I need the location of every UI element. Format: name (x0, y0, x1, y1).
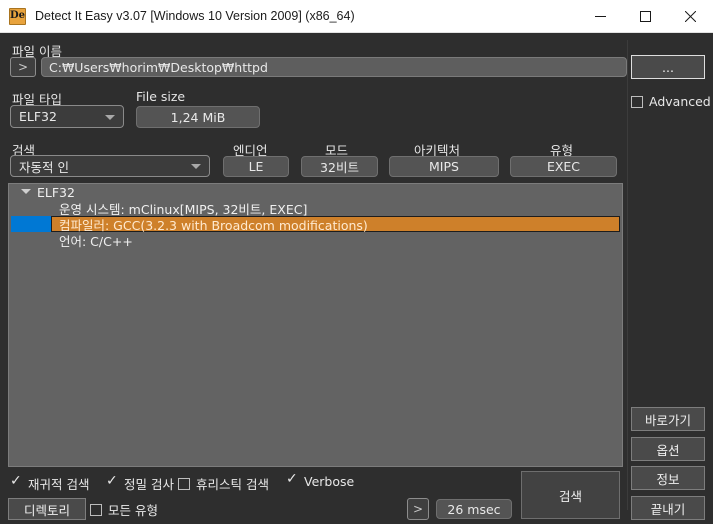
directory-button[interactable]: 디렉토리 (8, 498, 86, 520)
die-main-window: Detect It Easy v3.07 [Windows 10 Version… (0, 0, 713, 524)
endian-value: LE (223, 156, 289, 177)
checkbox-box-icon (178, 477, 190, 490)
scan-mode-value: 자동적 인 (19, 159, 69, 175)
title-bar: Detect It Easy v3.07 [Windows 10 Version… (0, 0, 713, 33)
close-icon[interactable] (668, 0, 713, 32)
checkbox-box-icon (286, 472, 298, 488)
window-title: Detect It Easy v3.07 [Windows 10 Version… (35, 9, 355, 23)
architecture-value: MIPS (389, 156, 499, 177)
file-size-value: 1,24 MiB (136, 106, 260, 128)
checkbox-box-icon (631, 95, 643, 108)
path-expand-button[interactable]: > (10, 57, 36, 77)
detection-results-tree[interactable]: ELF32 운영 시스템: mClinux[MIPS, 32비트, EXEC] … (8, 183, 623, 467)
file-path-field[interactable]: C:₩Users₩horim₩Desktop₩httpd (41, 57, 627, 77)
heuristic-scan-label: 휴리스틱 검색 (196, 477, 269, 492)
tree-row-label: 컴파일러: GCC(3.2.3 with Broadcom modificati… (59, 217, 368, 233)
tree-row-language[interactable]: 언어: C/C++ (9, 232, 622, 249)
file-type-combo[interactable]: ELF32 (10, 105, 124, 128)
type-value: EXEC (510, 156, 617, 177)
results-expand-button[interactable]: > (407, 498, 429, 520)
panel-divider (627, 40, 628, 510)
exit-button[interactable]: 끝내기 (631, 496, 705, 520)
shortcut-button[interactable]: 바로가기 (631, 407, 705, 431)
tree-root-label: ELF32 (37, 184, 75, 200)
mode-value: 32비트 (301, 156, 378, 177)
scan-mode-combo[interactable]: 자동적 인 (10, 155, 210, 177)
die-logo-icon (9, 7, 26, 25)
verbose-label: Verbose (304, 474, 355, 489)
search-button[interactable]: 검색 (521, 471, 620, 519)
options-button[interactable]: 옵션 (631, 437, 705, 461)
deep-scan-label: 정밀 검사 (124, 477, 174, 492)
file-size-label: File size (136, 89, 186, 104)
browse-button[interactable]: ... (631, 55, 705, 79)
elapsed-time-badge: 26 msec (436, 499, 512, 519)
checkbox-box-icon (10, 474, 22, 490)
deep-scan-checkbox[interactable]: 정밀 검사 (106, 474, 174, 493)
recursive-scan-label: 재귀적 검색 (28, 477, 90, 492)
tree-row-compiler[interactable]: 컴파일러: GCC(3.2.3 with Broadcom modificati… (9, 216, 622, 233)
maximize-icon[interactable] (623, 0, 668, 32)
checkbox-box-icon (90, 503, 102, 516)
info-button[interactable]: 정보 (631, 466, 705, 490)
verbose-checkbox[interactable]: Verbose (286, 472, 355, 490)
chevron-down-icon[interactable] (21, 189, 31, 194)
file-type-value: ELF32 (19, 109, 57, 124)
advanced-label: Advanced (649, 94, 711, 109)
all-types-label: 모든 유형 (108, 503, 158, 518)
advanced-checkbox[interactable]: Advanced (631, 94, 711, 109)
selection-indicator (11, 216, 51, 232)
window-controls (578, 0, 713, 32)
heuristic-scan-checkbox[interactable]: 휴리스틱 검색 (178, 474, 269, 493)
minimize-icon[interactable] (578, 0, 623, 32)
chevron-down-icon (191, 164, 201, 169)
all-types-checkbox[interactable]: 모든 유형 (90, 500, 158, 519)
chevron-down-icon (105, 114, 115, 120)
checkbox-box-icon (106, 474, 118, 490)
recursive-scan-checkbox[interactable]: 재귀적 검색 (10, 474, 89, 493)
